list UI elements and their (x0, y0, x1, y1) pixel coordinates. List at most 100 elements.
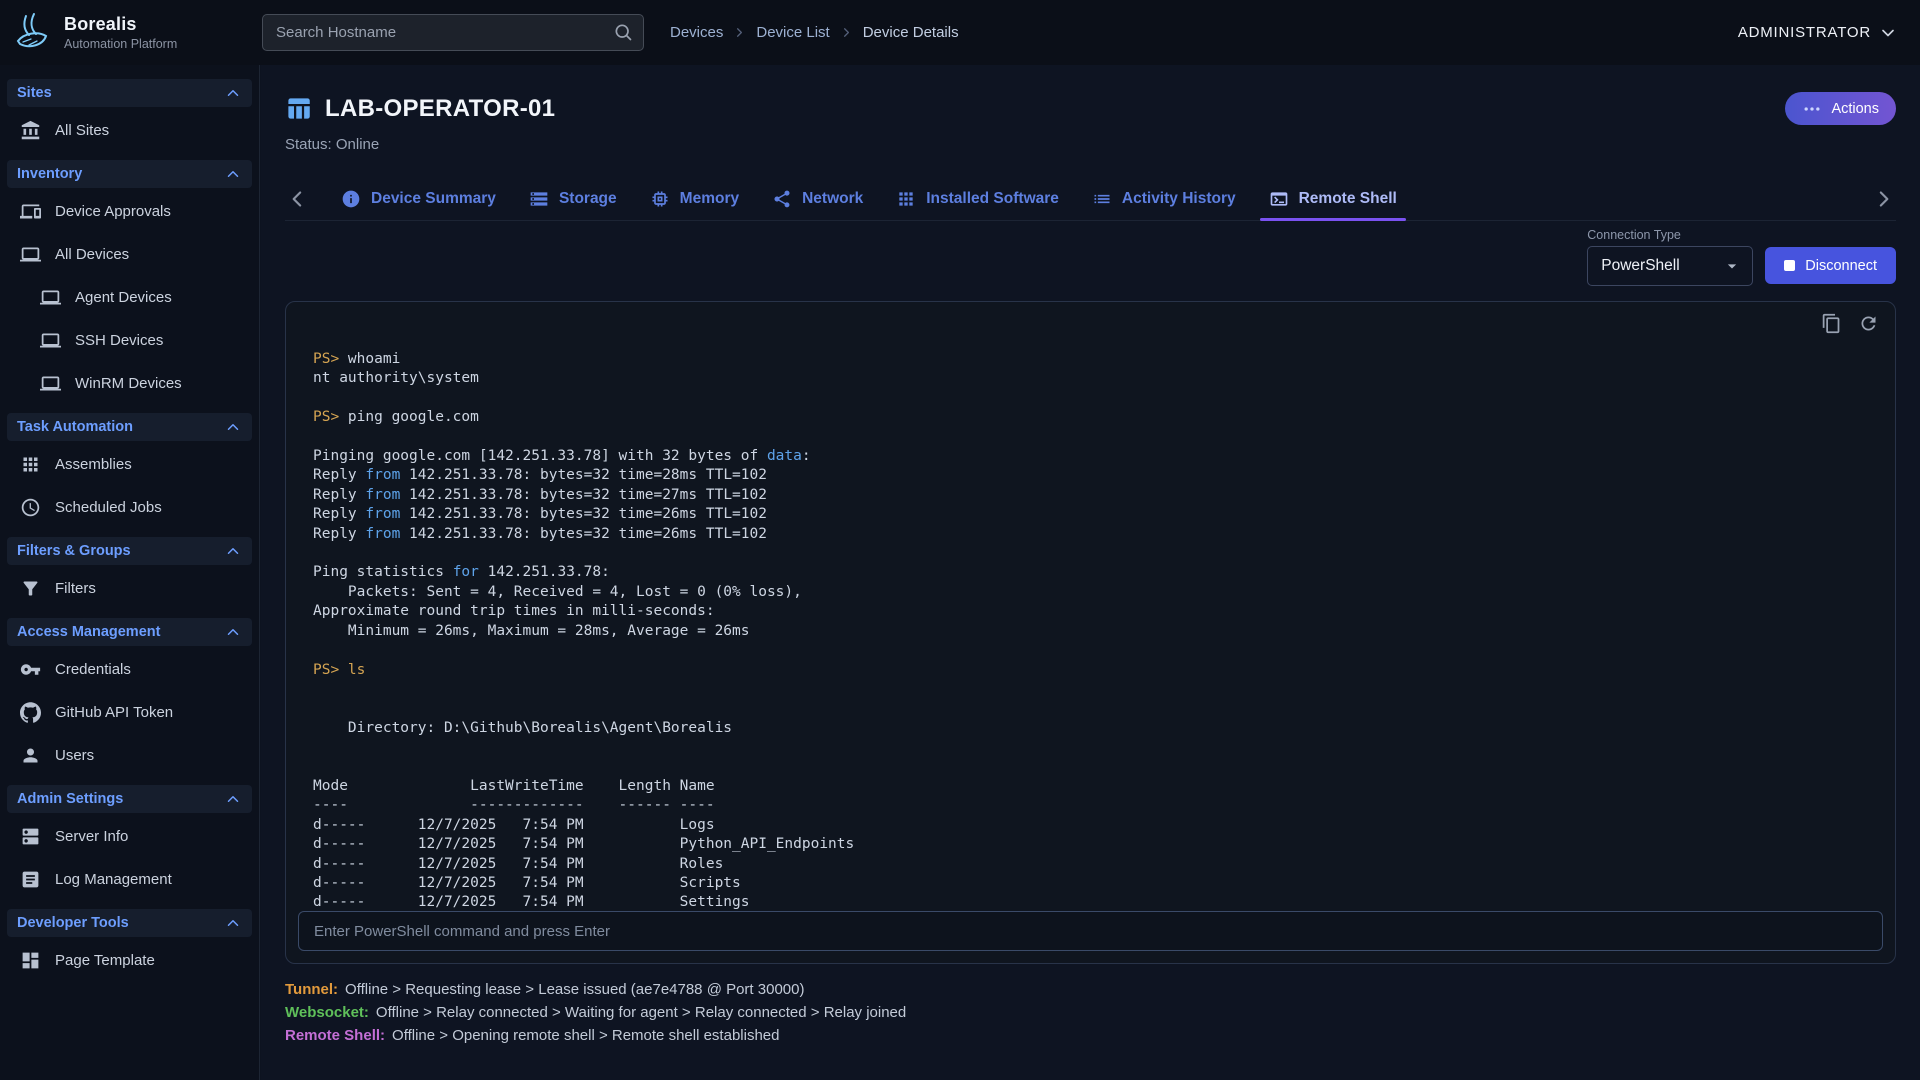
tab-storage[interactable]: Storage (515, 178, 631, 220)
laptop-icon (20, 244, 41, 265)
sidebar-section-inventory[interactable]: Inventory (7, 160, 252, 188)
key-icon (20, 659, 41, 680)
topbar: Borealis Automation Platform DevicesDevi… (0, 0, 1920, 65)
search-input[interactable] (262, 14, 644, 51)
status-line-label: Websocket: (285, 1004, 369, 1021)
disconnect-button[interactable]: Disconnect (1765, 247, 1896, 284)
chevron-down-icon (1878, 23, 1898, 43)
sidebar-item-users[interactable]: Users (0, 734, 259, 777)
tabs-scroll-right-icon[interactable] (1870, 186, 1896, 212)
terminal-line: Packets: Sent = 4, Received = 4, Lost = … (313, 583, 1885, 602)
chevron-up-icon (224, 84, 242, 102)
sidebar-item-label: SSH Devices (75, 332, 163, 349)
status-line-websocket: Websocket:Offline > Relay connected > Wa… (285, 1004, 1896, 1021)
sidebar-item-label: Users (55, 747, 94, 764)
device-status: Status: Online (285, 136, 1896, 153)
sidebar-section-sites[interactable]: Sites (7, 79, 252, 107)
sidebar-item-label: All Sites (55, 122, 109, 139)
memory-icon (650, 189, 670, 209)
select-caret-icon (1722, 256, 1742, 276)
terminal-icon (1269, 189, 1289, 209)
more-dots-icon (1802, 99, 1822, 119)
info-icon (341, 189, 361, 209)
tab-network[interactable]: Network (758, 178, 877, 220)
breadcrumb-separator-icon (732, 25, 747, 40)
laptop-icon (40, 330, 61, 351)
command-input[interactable] (298, 911, 1883, 951)
sidebar-item-label: Assemblies (55, 456, 132, 473)
sidebar-item-ssh-devices[interactable]: SSH Devices (0, 319, 259, 362)
actions-button-label: Actions (1831, 101, 1879, 117)
status-line-text: Offline > Requesting lease > Lease issue… (345, 981, 804, 998)
terminal-line: d----- 12/7/2025 7:54 PM Settings (313, 893, 1885, 911)
terminal-line: PS> ls (313, 661, 1885, 680)
sidebar-item-credentials[interactable]: Credentials (0, 648, 259, 691)
tab-installed-software[interactable]: Installed Software (882, 178, 1073, 220)
tab-device-summary[interactable]: Device Summary (327, 178, 510, 220)
sidebar-item-label: Device Approvals (55, 203, 171, 220)
user-menu[interactable]: ADMINISTRATOR (1738, 23, 1898, 43)
borealis-logo-icon (10, 11, 54, 55)
terminal-line: Mode LastWriteTime Length Name (313, 777, 1885, 796)
sidebar-item-server-info[interactable]: Server Info (0, 815, 259, 858)
user-icon (20, 745, 41, 766)
sidebar-item-label: GitHub API Token (55, 704, 173, 721)
sidebar-item-winrm-devices[interactable]: WinRM Devices (0, 362, 259, 405)
breadcrumb-device-details[interactable]: Device Details (863, 24, 959, 41)
breadcrumb-device-list[interactable]: Device List (756, 24, 829, 41)
terminal-line (313, 738, 1885, 757)
chevron-up-icon (224, 914, 242, 932)
tab-label: Device Summary (371, 190, 496, 208)
status-line-remote-shell: Remote Shell:Offline > Opening remote sh… (285, 1027, 1896, 1044)
sidebar: Sites All Sites Inventory Device Approvals A… (0, 65, 260, 1080)
sidebar-item-filters[interactable]: Filters (0, 567, 259, 610)
refresh-icon[interactable] (1858, 313, 1879, 334)
tab-memory[interactable]: Memory (636, 178, 753, 220)
sidebar-item-all-sites[interactable]: All Sites (0, 109, 259, 152)
sidebar-section-access-management[interactable]: Access Management (7, 618, 252, 646)
sidebar-item-agent-devices[interactable]: Agent Devices (0, 276, 259, 319)
laptop-icon (40, 287, 61, 308)
sidebar-section-task-automation[interactable]: Task Automation (7, 413, 252, 441)
tab-label: Storage (559, 190, 617, 208)
device-icon (285, 95, 312, 122)
actions-button[interactable]: Actions (1785, 92, 1896, 125)
sidebar-section-admin-settings[interactable]: Admin Settings (7, 785, 252, 813)
server-icon (20, 826, 41, 847)
sidebar-item-page-template[interactable]: Page Template (0, 939, 259, 982)
sidebar-item-github-api-token[interactable]: GitHub API Token (0, 691, 259, 734)
breadcrumb-devices[interactable]: Devices (670, 24, 723, 41)
terminal-line: PS> ping google.com (313, 408, 1885, 427)
sidebar-item-assemblies[interactable]: Assemblies (0, 443, 259, 486)
command-row (286, 911, 1895, 963)
sidebar-item-device-approvals[interactable]: Device Approvals (0, 190, 259, 233)
sidebar-item-log-management[interactable]: Log Management (0, 858, 259, 901)
bank-icon (20, 120, 41, 141)
laptop-icon (40, 373, 61, 394)
terminal-line: nt authority\system (313, 369, 1885, 388)
sidebar-section-label: Inventory (17, 166, 82, 182)
sidebar-section-filters-groups[interactable]: Filters & Groups (7, 537, 252, 565)
devices-icon (20, 201, 41, 222)
status-line-label: Tunnel: (285, 981, 338, 998)
tab-activity-history[interactable]: Activity History (1078, 178, 1250, 220)
terminal-line: d----- 12/7/2025 7:54 PM Logs (313, 816, 1885, 835)
sidebar-section-developer-tools[interactable]: Developer Tools (7, 909, 252, 937)
sidebar-item-all-devices[interactable]: All Devices (0, 233, 259, 276)
tab-remote-shell[interactable]: Remote Shell (1255, 178, 1411, 220)
connection-type-select[interactable]: PowerShell (1587, 246, 1753, 286)
clock-icon (20, 497, 41, 518)
terminal-line (313, 641, 1885, 660)
tabs-scroll-left-icon[interactable] (285, 186, 311, 212)
terminal-line: Reply from 142.251.33.78: bytes=32 time=… (313, 466, 1885, 485)
copy-icon[interactable] (1821, 313, 1842, 334)
sidebar-item-scheduled-jobs[interactable]: Scheduled Jobs (0, 486, 259, 529)
terminal-line: Directory: D:\Github\Borealis\Agent\Bore… (313, 719, 1885, 738)
dashboard-icon (20, 950, 41, 971)
terminal-toolbar (1821, 313, 1879, 334)
user-role-label: ADMINISTRATOR (1738, 24, 1871, 41)
sidebar-item-label: All Devices (55, 246, 129, 263)
terminal-output[interactable]: PS> whoamint authority\system PS> ping g… (286, 302, 1895, 911)
tab-label: Remote Shell (1299, 190, 1397, 208)
terminal-line: d----- 12/7/2025 7:54 PM Python_API_Endp… (313, 835, 1885, 854)
